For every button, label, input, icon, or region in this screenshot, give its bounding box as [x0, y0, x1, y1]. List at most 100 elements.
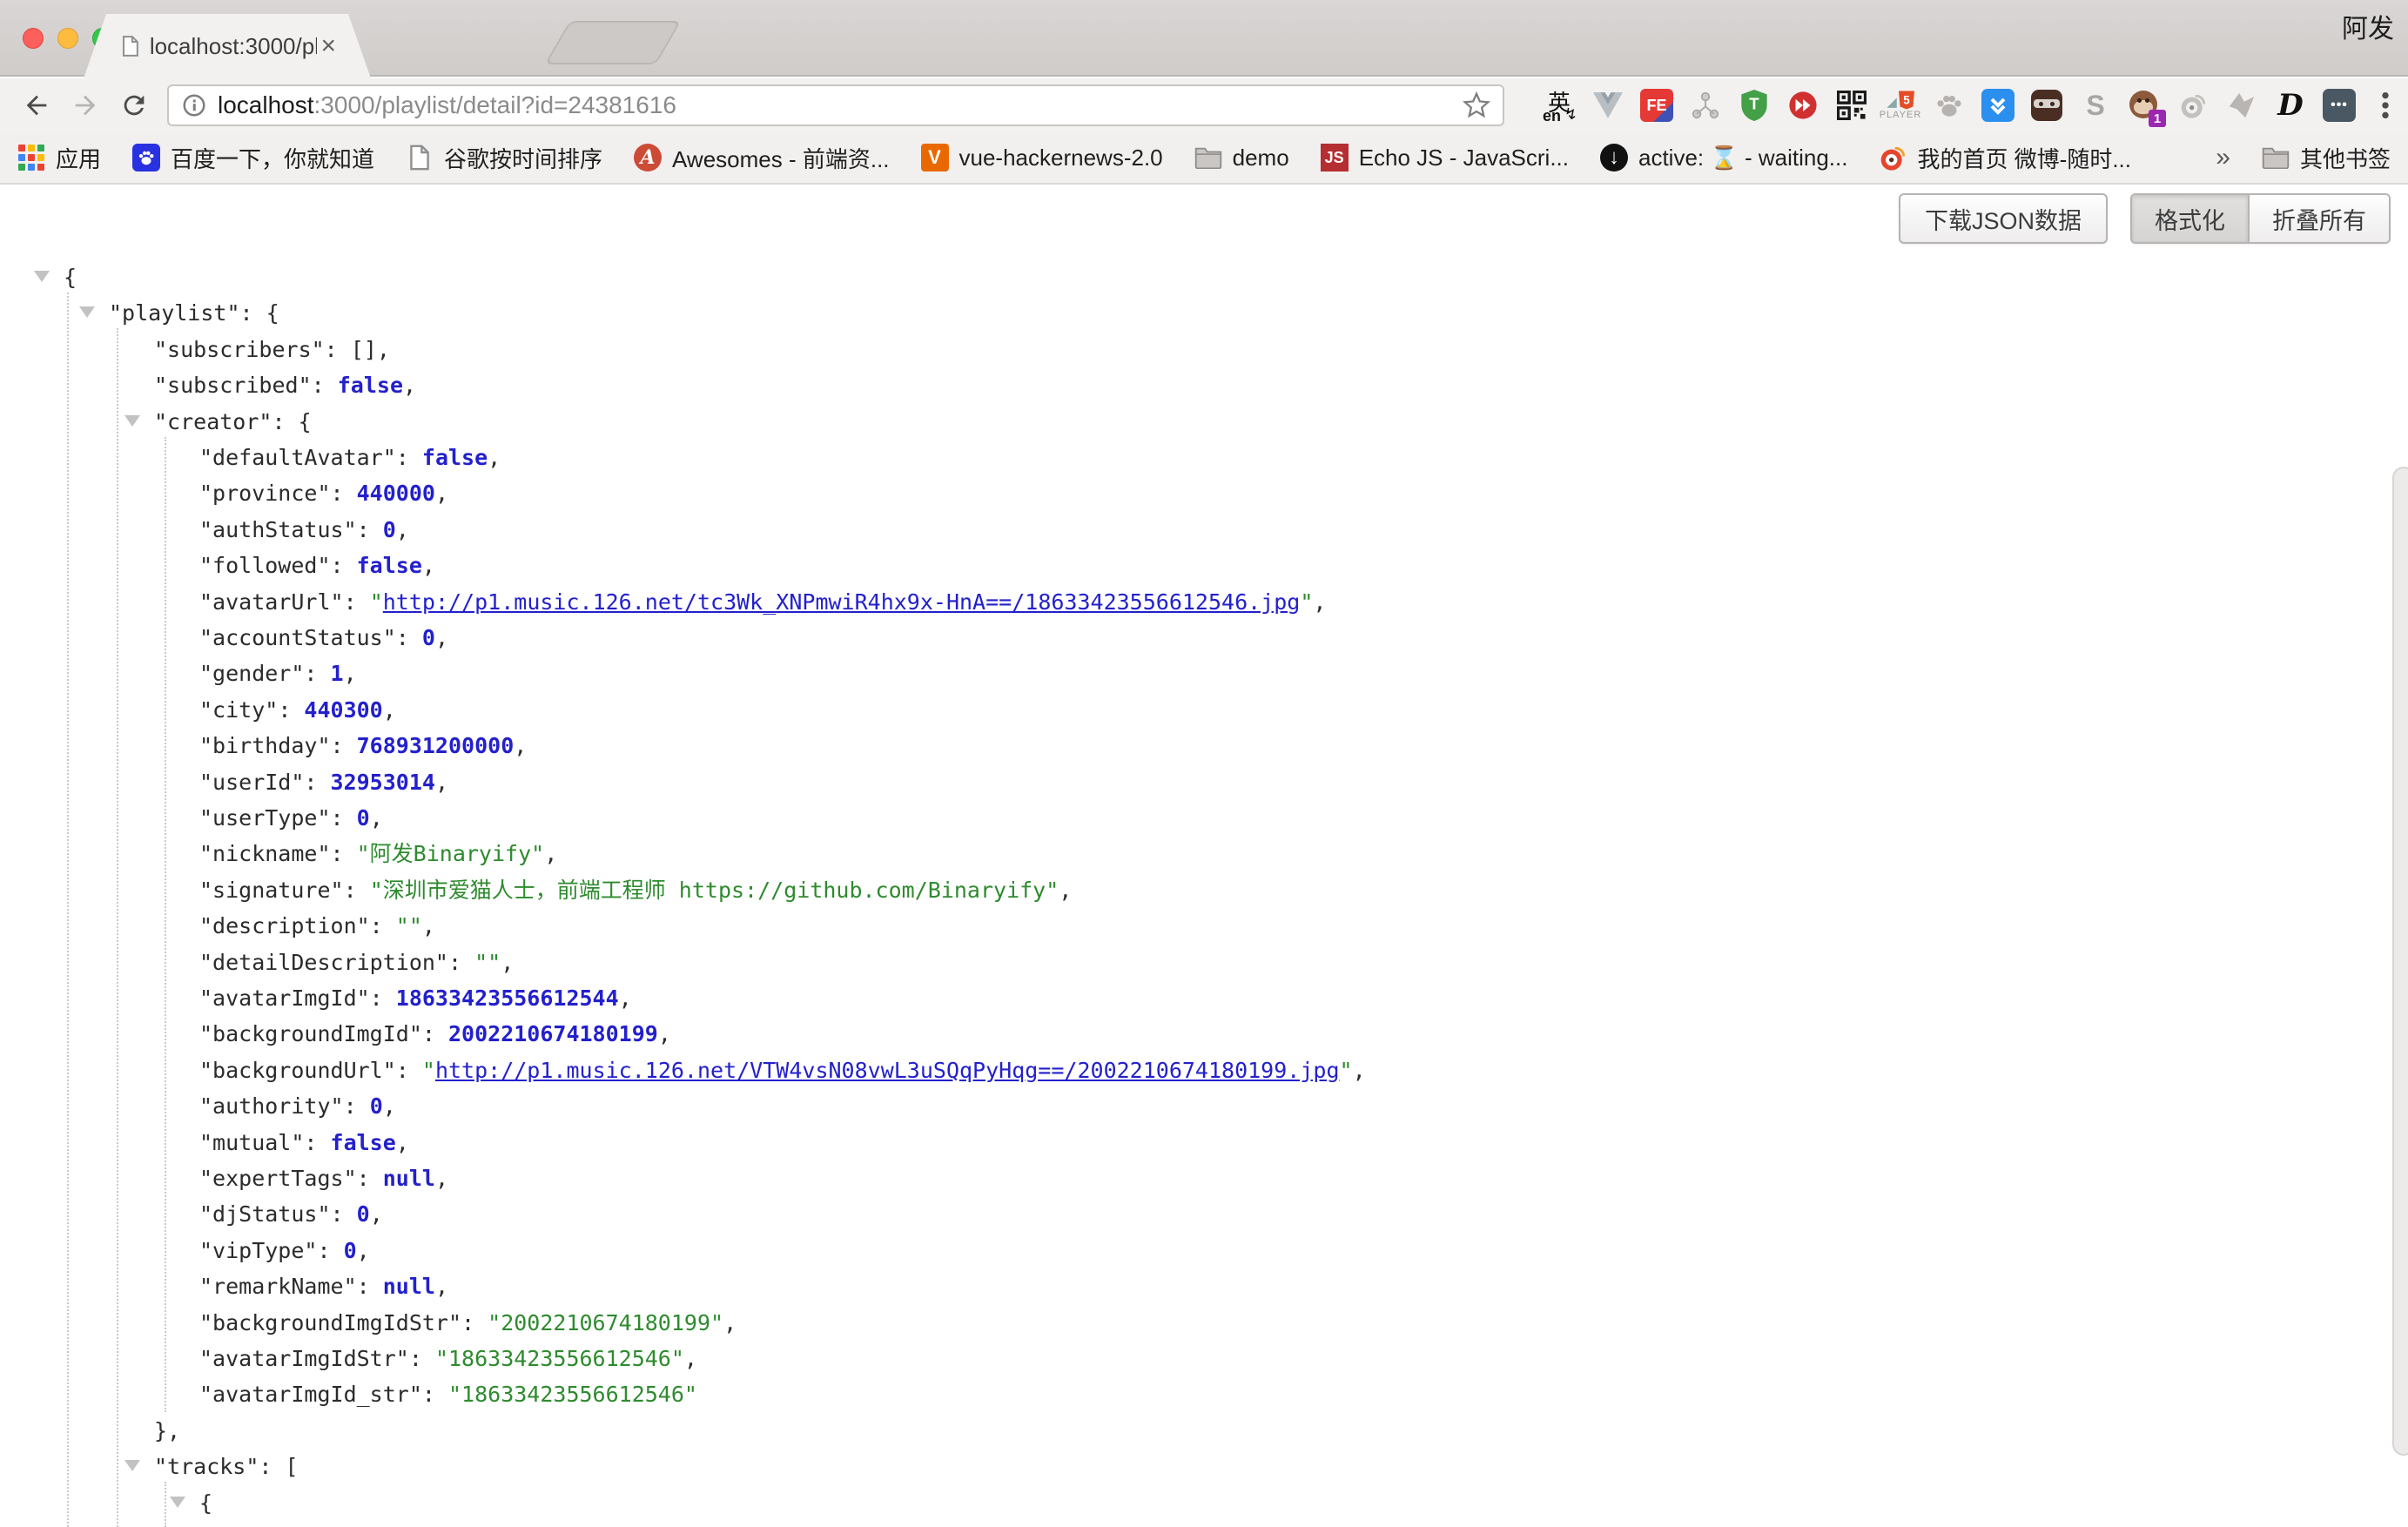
json-token: "birthday": [199, 733, 331, 758]
json-token: "": [396, 913, 422, 938]
json-url-link[interactable]: http://p1.music.126.net/tc3Wk_XNPmwiR4hx…: [383, 589, 1301, 615]
chrome-menu-button[interactable]: [2366, 86, 2405, 124]
dots-card-extension-button[interactable]: •••: [2319, 85, 2359, 125]
json-token: :: [304, 770, 330, 795]
json-token: "vipType": [199, 1238, 317, 1263]
letter-d-icon: D: [2277, 88, 2303, 123]
bookmarks-overflow-chevron[interactable]: »: [2216, 143, 2230, 172]
new-tab-button[interactable]: [545, 21, 682, 64]
json-url-link[interactable]: http://p1.music.126.net/VTW4vsN08vwL3uSQ…: [435, 1058, 1340, 1083]
view-mode-segmented-control: 格式化 折叠所有: [2130, 193, 2391, 244]
bookmark-label: Awesomes - 前端资...: [672, 142, 889, 174]
chevrons-blue-extension-button[interactable]: [1978, 85, 2018, 125]
bookmark-item[interactable]: ↓active: ⌛ - waiting...: [1600, 144, 1847, 172]
page-info-icon[interactable]: [181, 92, 207, 118]
other-bookmarks-button[interactable]: 其他书签: [2262, 142, 2391, 174]
json-token: :: [331, 553, 357, 578]
json-token: :: [344, 589, 370, 615]
bookmark-item[interactable]: JSEcho JS - JavaScri...: [1321, 144, 1569, 172]
bookmark-item[interactable]: AAwesomes - 前端资...: [634, 142, 889, 174]
json-token: "avatarImgId_str": [199, 1382, 422, 1407]
collapse-triangle-icon[interactable]: [170, 1497, 185, 1508]
json-view: {"playlist": {"subscribers": [],"subscri…: [0, 259, 2408, 1527]
json-line: "followed": false,: [199, 548, 435, 583]
fehelper-extension-button[interactable]: FE: [1637, 85, 1677, 125]
json-token: 0: [344, 1238, 357, 1263]
json-token: ,: [422, 553, 435, 578]
json-token: 768931200000: [357, 733, 515, 758]
json-token: ,: [403, 373, 416, 398]
fast-forward-extension-button[interactable]: [1783, 85, 1823, 125]
paw-extension-button[interactable]: [1929, 85, 1969, 125]
letter-s-extension-button[interactable]: S: [2075, 85, 2115, 125]
back-button[interactable]: [17, 86, 56, 124]
json-token: ,: [723, 1310, 737, 1335]
bookmark-item[interactable]: demo: [1194, 144, 1289, 172]
bookmarks-bar: 应用百度一下，你就知道谷歌按时间排序 AAwesomes - 前端资... Vvue…: [0, 132, 2408, 185]
json-token: "signature": [199, 878, 344, 903]
mask-extension-button[interactable]: [2027, 85, 2067, 125]
address-bar[interactable]: localhost:3000/playlist/detail?id=243816…: [167, 84, 1504, 126]
bookmark-label: Echo JS - JavaScri...: [1359, 145, 1569, 172]
translate-extension-button[interactable]: 英en↯: [1539, 85, 1579, 125]
weibo-gray-extension-button[interactable]: [2173, 85, 2213, 125]
format-button[interactable]: 格式化: [2132, 195, 2250, 242]
url-text[interactable]: localhost:3000/playlist/detail?id=243816…: [218, 91, 1463, 119]
letter-d-extension-button[interactable]: D: [2270, 85, 2310, 125]
download-json-button[interactable]: 下载JSON数据: [1899, 193, 2108, 244]
translate-icon: 英en↯: [1541, 87, 1577, 124]
monkey-extension-button[interactable]: 1: [2124, 85, 2164, 125]
qrcode-extension-button[interactable]: [1832, 85, 1872, 125]
indent-guide: [67, 293, 69, 1527]
json-token: ,: [544, 841, 557, 866]
bookmark-item[interactable]: Vvue-hackernews-2.0: [921, 144, 1163, 172]
apps-grid-icon: [18, 145, 44, 171]
json-token: 0: [383, 517, 396, 542]
collapse-triangle-icon[interactable]: [79, 306, 95, 318]
json-token: ": [370, 589, 383, 615]
collapse-triangle-icon[interactable]: [124, 415, 140, 427]
json-token: ,: [435, 625, 448, 650]
json-token: : {: [240, 300, 279, 326]
bookmark-item[interactable]: 我的首页 微博-随时...: [1879, 142, 2131, 174]
bookmark-item[interactable]: 谷歌按时间排序: [406, 142, 602, 174]
json-token: :: [396, 445, 422, 470]
json-line: "backgroundImgId": 2002210674180199,: [199, 1016, 671, 1052]
json-token: ": [1340, 1058, 1353, 1083]
collapse-triangle-icon[interactable]: [124, 1460, 140, 1471]
collapse-triangle-icon[interactable]: [34, 271, 50, 282]
bookmark-star-icon[interactable]: [1463, 91, 1490, 119]
browser-tab[interactable]: localhost:3000/playlist/detail?i ×: [84, 14, 371, 78]
json-line: "signature": "深圳市爱猫人士，前端工程师 https://gith…: [199, 872, 1072, 908]
folder-icon: [1194, 146, 1222, 169]
collapse-all-button[interactable]: 折叠所有: [2250, 195, 2389, 242]
vue-gray-extension-button[interactable]: [1588, 85, 1628, 125]
forward-button[interactable]: [66, 86, 104, 124]
json-line: "subscribed": false,: [154, 367, 416, 403]
fehelper-icon: FE: [1640, 89, 1673, 122]
json-token: 0: [370, 1093, 383, 1119]
json-line: "userType": 0,: [199, 800, 383, 836]
indent-guide: [165, 1482, 166, 1527]
reload-button[interactable]: [115, 86, 153, 124]
json-token: ,: [396, 1130, 409, 1155]
bookmark-item[interactable]: 应用: [17, 142, 101, 174]
bookmark-item[interactable]: 百度一下，你就知道: [132, 142, 374, 174]
json-token: "18633423556612546": [435, 1346, 684, 1371]
json-line: "creator": {: [154, 404, 312, 440]
json-line: "avatarUrl": "http://p1.music.126.net/tc…: [199, 584, 1326, 620]
tab-close-icon[interactable]: ×: [320, 33, 336, 59]
vue-orange-icon: V: [921, 144, 949, 172]
json-token: ": [422, 1058, 435, 1083]
json-token: "backgroundImgId": [199, 1021, 422, 1046]
json-line: "nickname": "阿发Binaryify",: [199, 836, 557, 871]
vertical-scrollbar[interactable]: [2392, 467, 2408, 1456]
html5-player-extension-button[interactable]: ◢5PLAYER: [1880, 85, 1920, 125]
sitemap-extension-button[interactable]: [1685, 85, 1725, 125]
json-token: ,: [435, 1166, 448, 1191]
shield-extension-button[interactable]: T: [1734, 85, 1774, 125]
close-window-button[interactable]: [23, 28, 44, 49]
bird-extension-button[interactable]: [2222, 85, 2262, 125]
json-token: ,: [370, 805, 383, 831]
minimize-window-button[interactable]: [57, 28, 78, 49]
